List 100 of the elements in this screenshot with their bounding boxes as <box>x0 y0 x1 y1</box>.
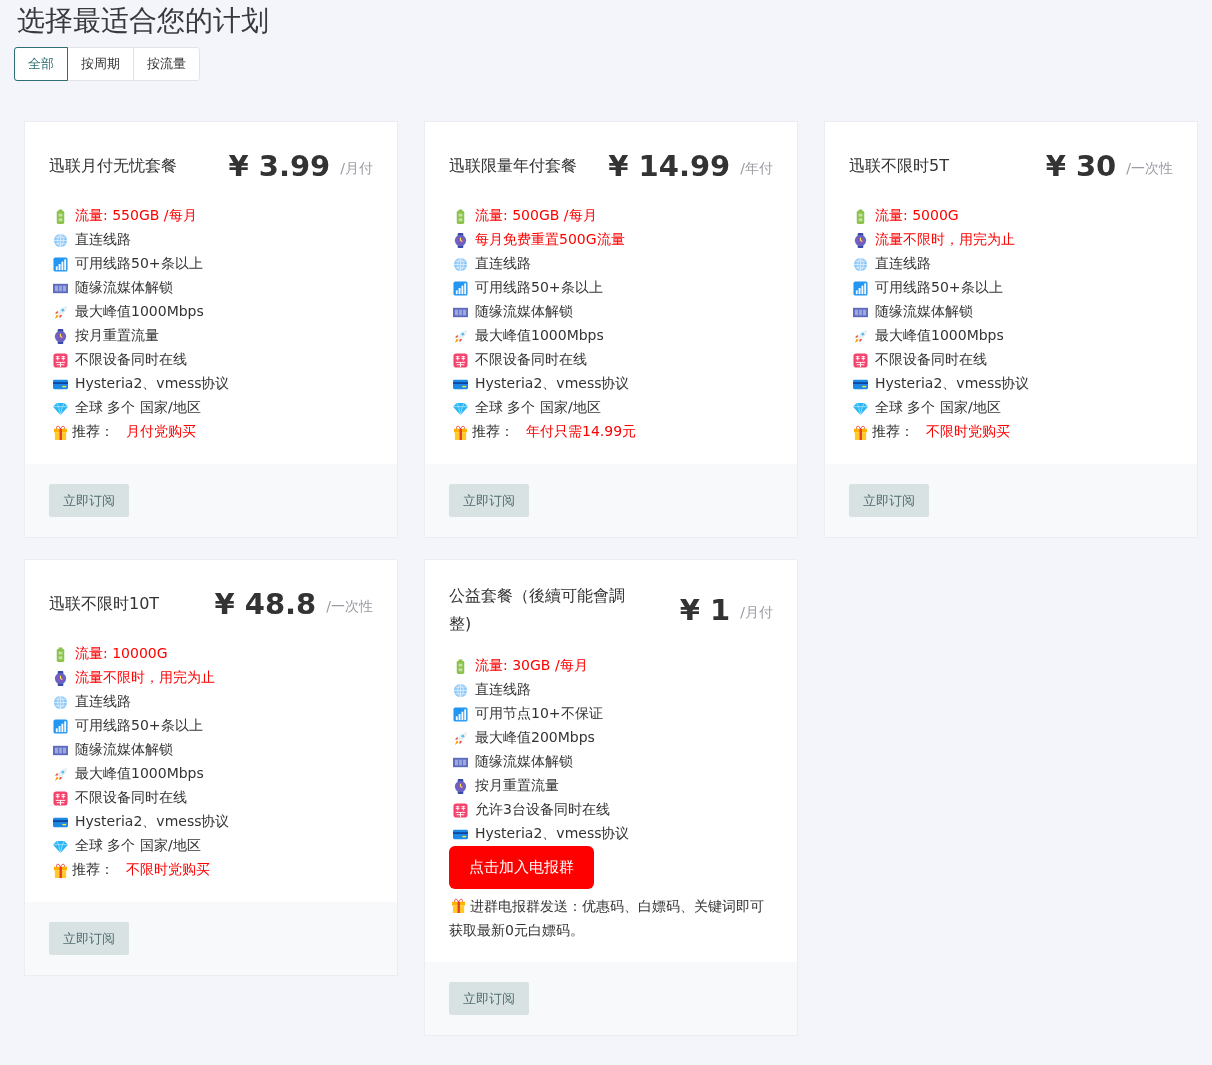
plan-name: 迅联不限时10T <box>49 593 161 615</box>
feature-text: 每月免费重置500G流量 <box>475 231 625 249</box>
rocket-icon <box>53 766 68 782</box>
feature-text: 流量不限时，用完为止 <box>75 669 215 687</box>
prohibited-sign-icon <box>453 352 468 368</box>
gift-icon <box>453 424 468 440</box>
feature-text: 直连线路 <box>475 255 531 273</box>
signal-bars-icon <box>53 718 68 734</box>
feature-text: 可用线路50+条以上 <box>75 717 203 735</box>
signal-bars-icon <box>453 706 468 722</box>
billing-period: /年付 <box>740 160 773 178</box>
feature-text: Hysteria2、vmess协议 <box>75 813 230 831</box>
recommend-value: 不限时党购买 <box>126 861 210 879</box>
feature-text: 最大峰值1000Mbps <box>475 327 604 345</box>
subscribe-button[interactable]: 立即订阅 <box>449 982 529 1015</box>
feature-text: Hysteria2、vmess协议 <box>475 375 630 393</box>
globe-icon <box>453 682 468 698</box>
feature-text: 不限设备同时在线 <box>475 351 587 369</box>
rocket-icon <box>853 328 868 344</box>
recommend-label: 推荐： <box>72 423 114 441</box>
feature-text: 流量: 5000G <box>875 207 959 225</box>
feature-text: 最大峰值200Mbps <box>475 729 595 747</box>
feature-text: 流量: 30GB /每月 <box>475 657 588 675</box>
feature-text: 可用线路50+条以上 <box>875 279 1003 297</box>
recommend-value: 年付只需14.99元 <box>526 423 637 441</box>
page-title: 选择最适合您的计划 <box>16 3 270 39</box>
rocket-icon <box>453 328 468 344</box>
feature-text: 随缘流媒体解锁 <box>75 741 173 759</box>
feature-text: 最大峰值1000Mbps <box>875 327 1004 345</box>
promo-note: 进群电报群发送：优惠码、白嫖码、关键词即可获取最新0元白嫖码。 <box>449 897 765 940</box>
feature-text: 全球 多个 国家/地区 <box>875 399 1001 417</box>
billing-period: /月付 <box>340 160 373 178</box>
feature-text: 允许3台设备同时在线 <box>475 801 610 819</box>
globe-icon <box>853 256 868 272</box>
plan-price: ¥ 48.8 <box>214 587 317 621</box>
plan-name: 迅联不限时5T <box>849 155 950 177</box>
signal-bars-icon <box>53 256 68 272</box>
feature-text: Hysteria2、vmess协议 <box>875 375 1030 393</box>
feature-text: 随缘流媒体解锁 <box>75 279 173 297</box>
rocket-icon <box>53 304 68 320</box>
prohibited-sign-icon <box>53 790 68 806</box>
prohibited-sign-icon <box>53 352 68 368</box>
feature-text: 最大峰值1000Mbps <box>75 303 204 321</box>
globe-icon <box>53 232 68 248</box>
feature-text: 可用线路50+条以上 <box>475 279 603 297</box>
feature-text: 直连线路 <box>475 681 531 699</box>
feature-text: 全球 多个 国家/地区 <box>475 399 601 417</box>
feature-text: 全球 多个 国家/地区 <box>75 837 201 855</box>
diamond-icon <box>53 838 68 854</box>
rocket-icon <box>453 730 468 746</box>
gift-icon <box>53 424 68 440</box>
feature-text: Hysteria2、vmess协议 <box>475 825 630 843</box>
filter-tab[interactable]: 按周期 <box>67 47 134 81</box>
billing-period: /一次性 <box>1126 160 1173 178</box>
watch-icon <box>53 328 68 344</box>
feature-text: 不限设备同时在线 <box>75 351 187 369</box>
globe-icon <box>453 256 468 272</box>
signal-bars-icon <box>853 280 868 296</box>
watch-icon <box>453 232 468 248</box>
feature-text: 可用节点10+不保证 <box>475 705 603 723</box>
diamond-icon <box>853 400 868 416</box>
feature-text: Hysteria2、vmess协议 <box>75 375 230 393</box>
billing-period: /一次性 <box>326 598 373 616</box>
feature-text: 直连线路 <box>75 693 131 711</box>
filter-tab[interactable]: 全部 <box>14 47 68 81</box>
subscribe-button[interactable]: 立即订阅 <box>49 484 129 517</box>
feature-text: 随缘流媒体解锁 <box>475 753 573 771</box>
feature-text: 直连线路 <box>875 255 931 273</box>
subscribe-button[interactable]: 立即订阅 <box>449 484 529 517</box>
recommend-value: 不限时党购买 <box>926 423 1010 441</box>
feature-text: 流量: 550GB /每月 <box>75 207 197 225</box>
feature-text: 流量: 10000G <box>75 645 168 663</box>
globe-icon <box>53 694 68 710</box>
prohibited-sign-icon <box>453 802 468 818</box>
subscribe-button[interactable]: 立即订阅 <box>849 484 929 517</box>
feature-text: 流量不限时，用完为止 <box>875 231 1015 249</box>
feature-text: 按月重置流量 <box>475 777 559 795</box>
plan-price: ¥ 3.99 <box>228 149 331 183</box>
signal-bars-icon <box>453 280 468 296</box>
feature-text: 不限设备同时在线 <box>875 351 987 369</box>
recommend-label: 推荐： <box>472 423 514 441</box>
feature-text: 最大峰值1000Mbps <box>75 765 204 783</box>
gift-icon <box>53 862 68 878</box>
watch-icon <box>853 232 868 248</box>
plan-price: ¥ 14.99 <box>608 149 731 183</box>
feature-text: 全球 多个 国家/地区 <box>75 399 201 417</box>
feature-text: 按月重置流量 <box>75 327 159 345</box>
plan-price: ¥ 30 <box>1045 149 1117 183</box>
join-group-button[interactable]: 点击加入电报群 <box>449 846 594 889</box>
plan-name: 迅联限量年付套餐 <box>449 155 578 177</box>
diamond-icon <box>53 400 68 416</box>
subscribe-button[interactable]: 立即订阅 <box>49 922 129 955</box>
plan-name: 公益套餐（後續可能會調整) <box>449 585 626 635</box>
filter-tab[interactable]: 按流量 <box>133 47 200 81</box>
feature-text: 不限设备同时在线 <box>75 789 187 807</box>
watch-icon <box>53 670 68 686</box>
feature-text: 直连线路 <box>75 231 131 249</box>
gift-icon <box>853 424 868 440</box>
feature-text: 可用线路50+条以上 <box>75 255 203 273</box>
recommend-value: 月付党购买 <box>126 423 196 441</box>
